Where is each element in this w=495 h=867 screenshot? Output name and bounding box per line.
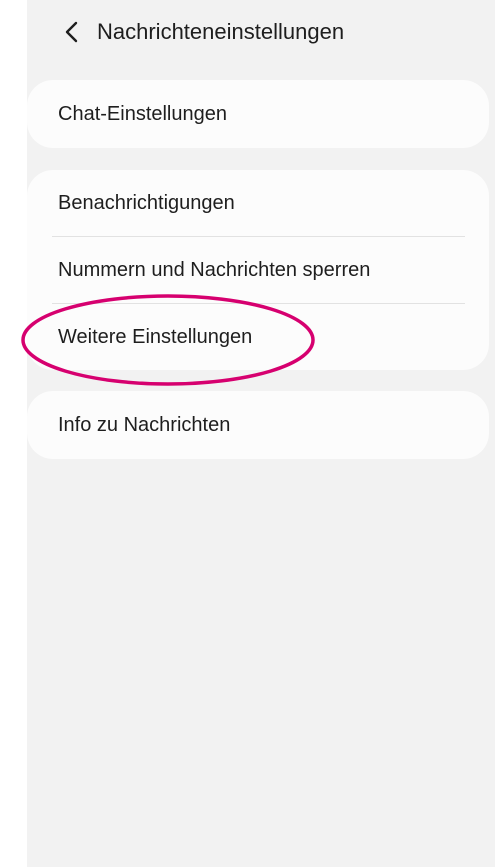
about-messages-label: Info zu Nachrichten (58, 413, 231, 436)
back-button[interactable] (55, 14, 87, 50)
page-title: Nachrichteneinstellungen (97, 19, 345, 44)
top-app-bar: Nachrichteneinstellungen (27, 0, 495, 66)
notifications-label: Benachrichtigungen (58, 191, 235, 214)
notifications-item[interactable]: Benachrichtigungen (27, 170, 489, 236)
more-settings-label: Weitere Einstellungen (58, 325, 253, 348)
settings-card-info: Info zu Nachrichten (27, 391, 489, 459)
settings-card-chat: Chat-Einstellungen (27, 80, 489, 148)
chat-settings-label: Chat-Einstellungen (58, 102, 227, 125)
block-numbers-messages-label: Nummern und Nachrichten sperren (58, 258, 371, 281)
about-messages-item[interactable]: Info zu Nachrichten (27, 392, 489, 458)
chat-settings-item[interactable]: Chat-Einstellungen (27, 81, 489, 147)
more-settings-item[interactable]: Weitere Einstellungen (27, 304, 489, 370)
settings-card-group: Benachrichtigungen Nummern und Nachricht… (27, 170, 489, 370)
block-numbers-messages-item[interactable]: Nummern und Nachrichten sperren (27, 237, 489, 303)
chevron-left-icon (65, 21, 78, 43)
settings-screen: Nachrichteneinstellungen Chat-Einstellun… (21, 0, 495, 867)
